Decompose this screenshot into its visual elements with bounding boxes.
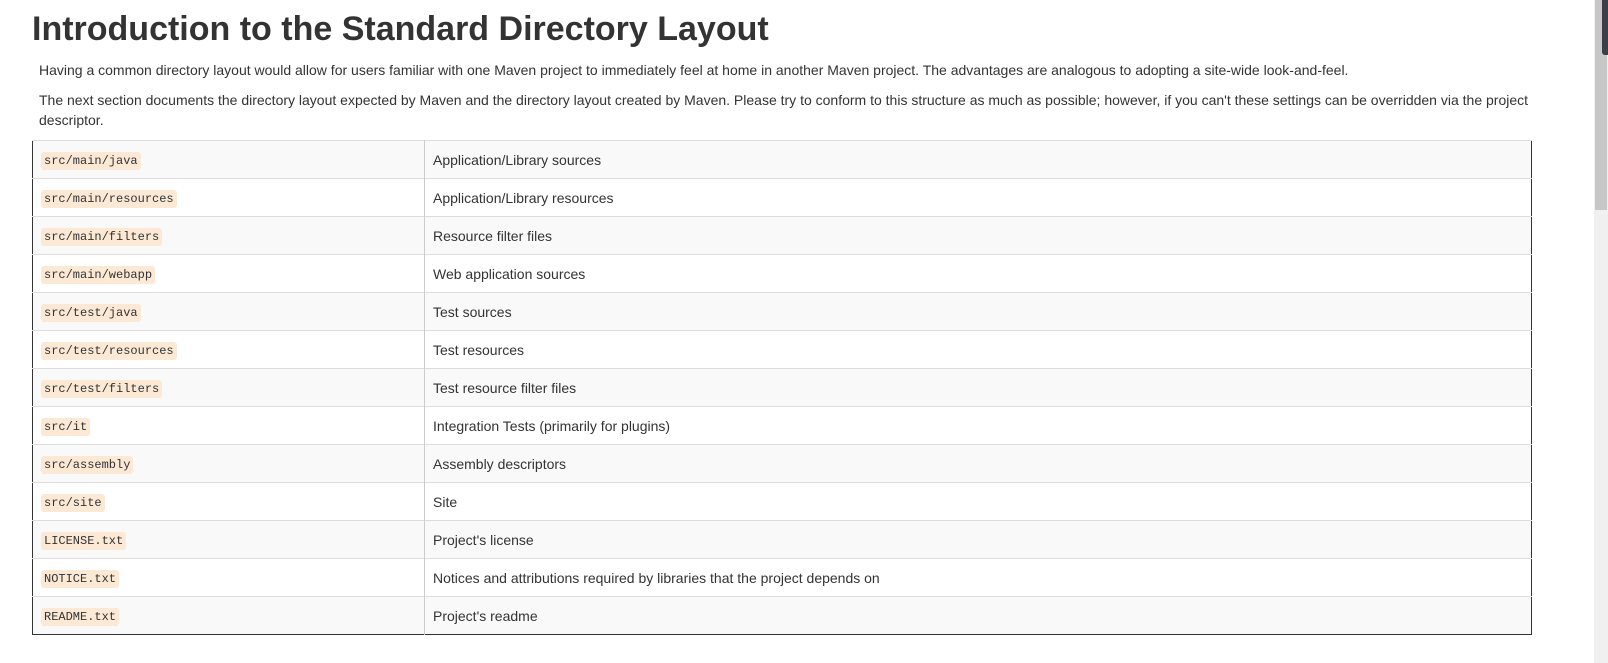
description-cell: Assembly descriptors xyxy=(424,444,1532,483)
description-cell: Notices and attributions required by lib… xyxy=(424,558,1532,597)
path-cell: src/main/filters xyxy=(32,216,425,255)
path-cell: README.txt xyxy=(32,596,425,635)
directory-path: src/main/resources xyxy=(41,190,177,208)
path-cell: src/test/java xyxy=(32,292,425,331)
directory-path: src/main/webapp xyxy=(41,266,156,284)
table-row: README.txt Project's readme xyxy=(32,596,1532,635)
path-cell: src/assembly xyxy=(32,444,425,483)
description-cell: Application/Library resources xyxy=(424,178,1532,217)
path-cell: LICENSE.txt xyxy=(32,520,425,559)
table-row: src/assembly Assembly descriptors xyxy=(32,444,1532,483)
main-content: Introduction to the Standard Directory L… xyxy=(32,0,1532,635)
description-cell: Web application sources xyxy=(424,254,1532,293)
directory-path: src/test/resources xyxy=(41,342,177,360)
description-cell: Test sources xyxy=(424,292,1532,331)
directory-path: src/main/java xyxy=(41,152,141,170)
vertical-scrollbar[interactable] xyxy=(1594,0,1608,663)
directory-path: src/site xyxy=(41,494,105,512)
path-cell: NOTICE.txt xyxy=(32,558,425,597)
directory-path: README.txt xyxy=(41,608,120,626)
table-row: NOTICE.txt Notices and attributions requ… xyxy=(32,558,1532,597)
directory-path: NOTICE.txt xyxy=(41,570,120,588)
table-row: src/test/filters Test resource filter fi… xyxy=(32,368,1532,407)
path-cell: src/main/resources xyxy=(32,178,425,217)
table-row: LICENSE.txt Project's license xyxy=(32,520,1532,559)
window-edge-handle xyxy=(1602,0,1608,55)
intro-paragraph-2: The next section documents the directory… xyxy=(39,92,1529,128)
directory-path: src/test/filters xyxy=(41,380,163,398)
table-row: src/main/filters Resource filter files xyxy=(32,216,1532,255)
directory-path: LICENSE.txt xyxy=(41,532,127,550)
table-row: src/site Site xyxy=(32,482,1532,521)
table-row: src/main/resources Application/Library r… xyxy=(32,178,1532,217)
page-title: Introduction to the Standard Directory L… xyxy=(32,10,769,48)
description-cell: Site xyxy=(424,482,1532,521)
directory-path: src/test/java xyxy=(41,304,141,322)
path-cell: src/test/resources xyxy=(32,330,425,369)
description-cell: Project's readme xyxy=(424,596,1532,635)
table-row: src/main/webapp Web application sources xyxy=(32,254,1532,293)
description-cell: Test resources xyxy=(424,330,1532,369)
path-cell: src/main/webapp xyxy=(32,254,425,293)
table-row: src/test/java Test sources xyxy=(32,292,1532,331)
directory-path: src/it xyxy=(41,418,91,436)
description-cell: Application/Library sources xyxy=(424,140,1532,179)
description-cell: Test resource filter files xyxy=(424,368,1532,407)
description-cell: Resource filter files xyxy=(424,216,1532,255)
path-cell: src/main/java xyxy=(32,140,425,179)
path-cell: src/site xyxy=(32,482,425,521)
path-cell: src/it xyxy=(32,406,425,445)
directory-layout-table: src/main/java Application/Library source… xyxy=(32,140,1532,635)
table-row: src/main/java Application/Library source… xyxy=(32,140,1532,179)
intro-paragraph-1: Having a common directory layout would a… xyxy=(39,62,1349,78)
directory-path: src/assembly xyxy=(41,456,134,474)
table-row: src/test/resources Test resources xyxy=(32,330,1532,369)
description-cell: Integration Tests (primarily for plugins… xyxy=(424,406,1532,445)
path-cell: src/test/filters xyxy=(32,368,425,407)
directory-path: src/main/filters xyxy=(41,228,163,246)
description-cell: Project's license xyxy=(424,520,1532,559)
table-row: src/it Integration Tests (primarily for … xyxy=(32,406,1532,445)
